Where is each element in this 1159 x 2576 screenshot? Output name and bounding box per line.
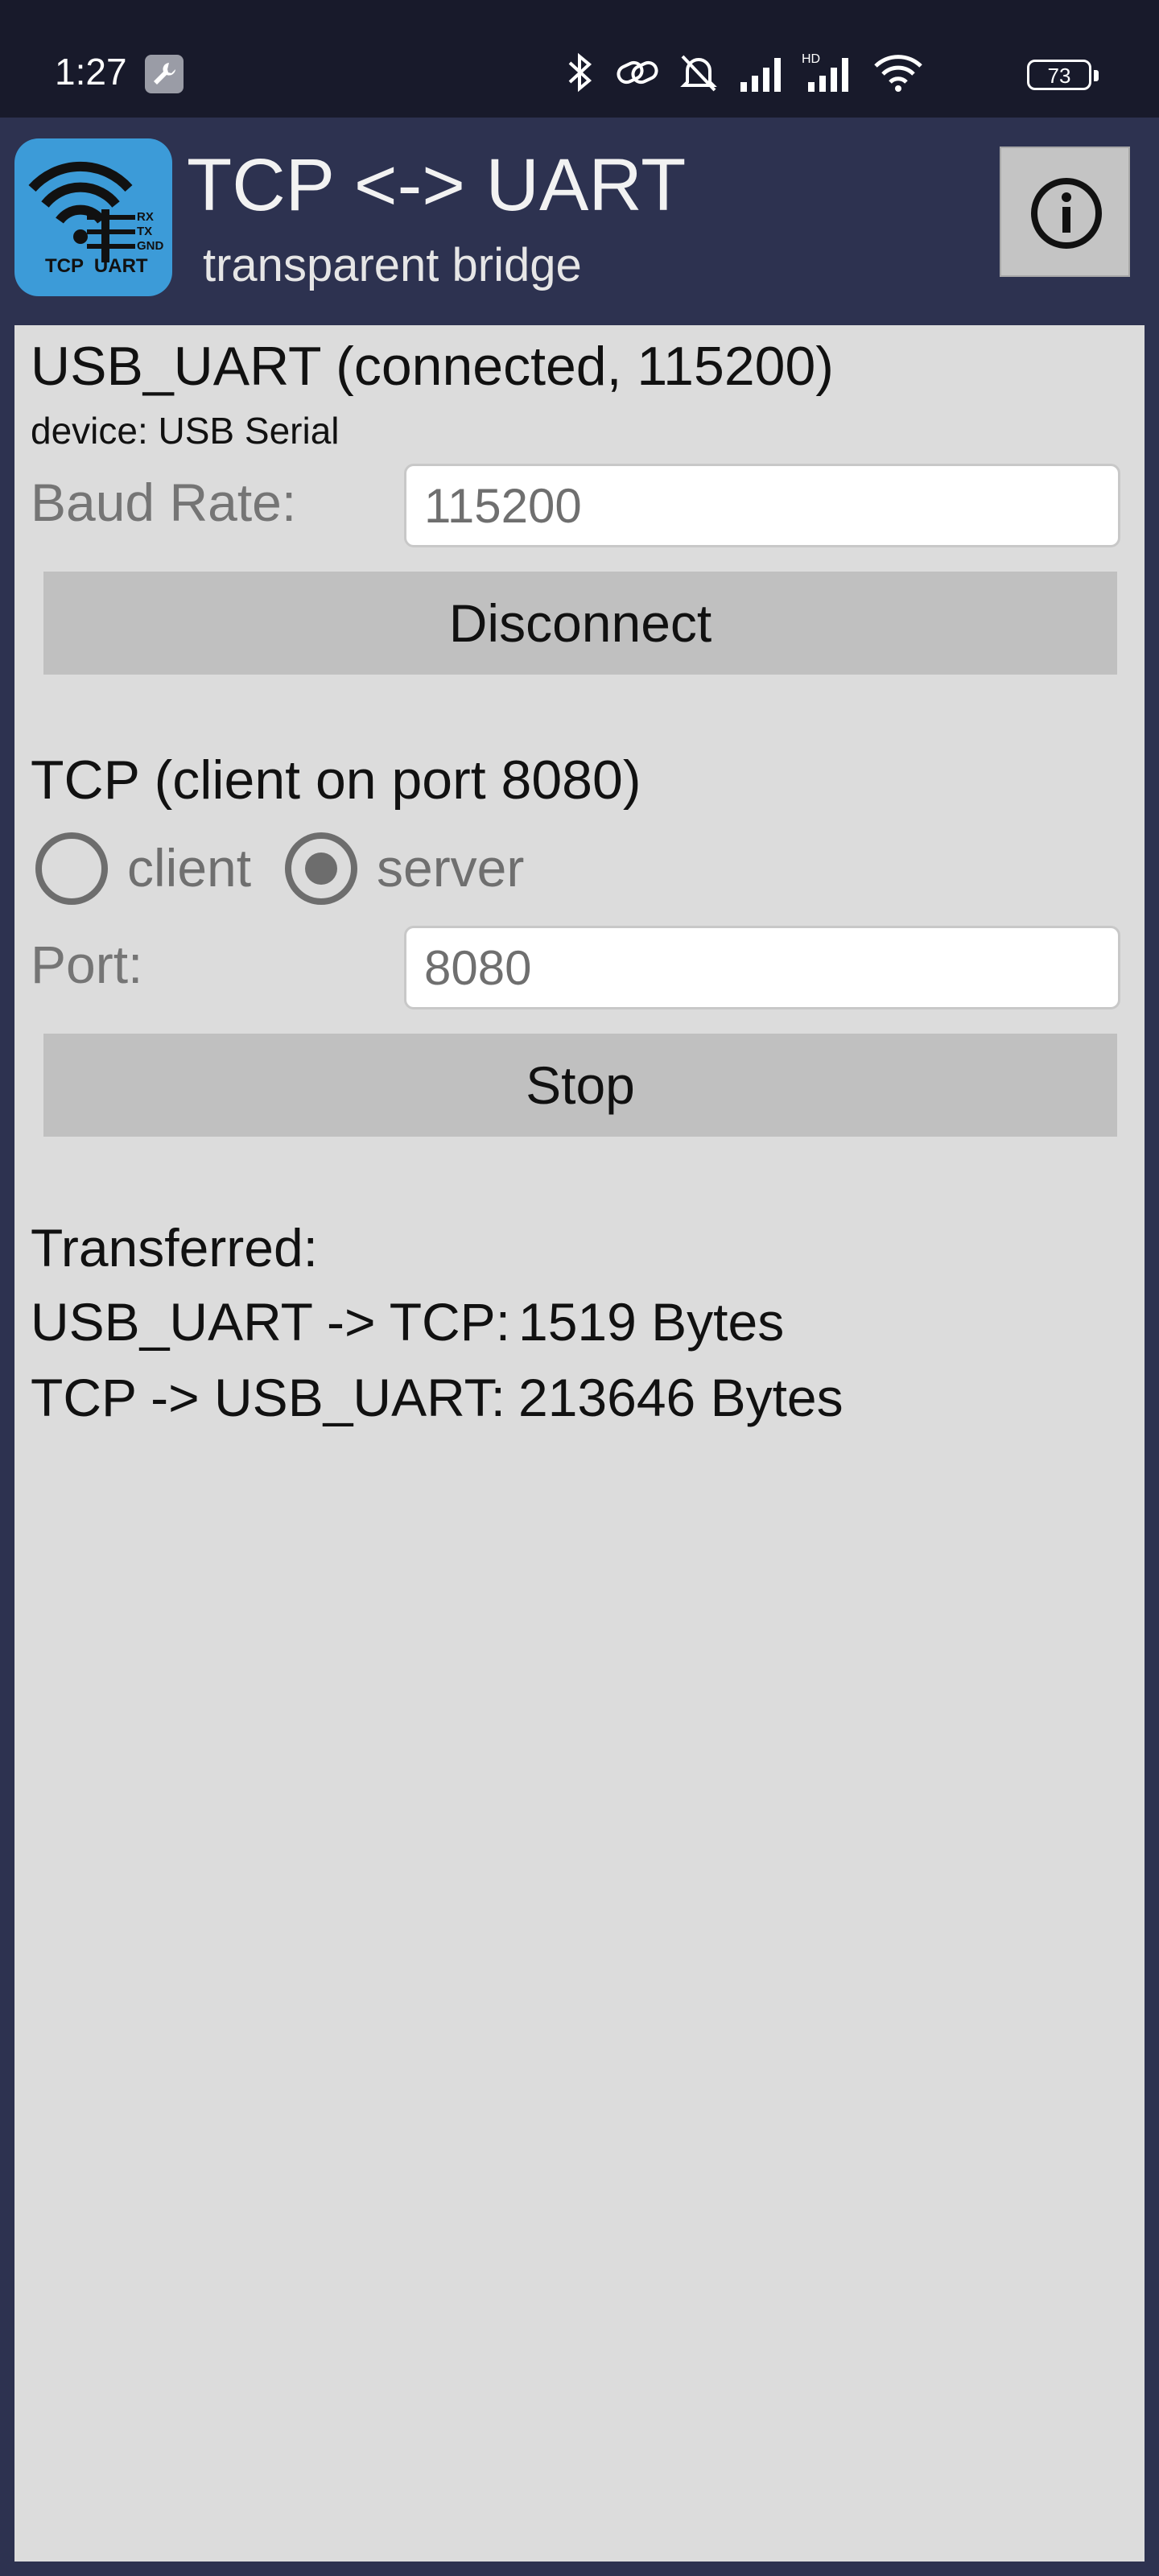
baud-rate-input[interactable] [404, 464, 1120, 547]
hd-signal-icon: HD [802, 52, 848, 92]
status-bar: 1:27 HD 73 [0, 0, 1159, 118]
transfer-heading: Transferred: [31, 1218, 319, 1278]
battery-icon: 73 [1027, 60, 1099, 90]
baud-rate-label: Baud Rate: [31, 473, 297, 532]
radio-server-label: server [377, 838, 525, 898]
wifi-icon [874, 55, 922, 92]
app-logo-caption: TCP UART [45, 255, 148, 277]
app-logo: RX TX GND TCP UART [14, 138, 172, 296]
tcp-status: TCP (client on port 8080) [31, 749, 641, 811]
bell-off-icon [680, 55, 717, 92]
stop-button[interactable]: Stop [43, 1034, 1117, 1137]
app-logo-tx: TX [137, 225, 152, 238]
wrench-icon [145, 55, 184, 93]
radio-server[interactable] [285, 832, 357, 905]
uart-device: device: USB Serial [31, 410, 340, 452]
port-input[interactable] [404, 926, 1120, 1009]
battery-level: 73 [1047, 64, 1071, 88]
app-logo-gnd: GND [137, 239, 164, 253]
transfer-row-value: 1519 Bytes [518, 1292, 785, 1352]
link-icon [617, 60, 658, 85]
signal-icon [740, 58, 781, 92]
transfer-row-value: 213646 Bytes [518, 1368, 843, 1427]
info-icon [1031, 178, 1102, 249]
transfer-row-label: USB_UART -> TCP: [31, 1292, 511, 1352]
info-button[interactable] [1000, 147, 1130, 277]
disconnect-button[interactable]: Disconnect [43, 572, 1117, 675]
app-header: RX TX GND TCP UART TCP <-> UART transpar… [0, 118, 1159, 325]
bluetooth-icon [568, 52, 592, 93]
wifi-logo-icon [28, 161, 135, 262]
transfer-row-label: TCP -> USB_UART: [31, 1368, 505, 1427]
app-logo-rx: RX [137, 210, 154, 224]
uart-status: USB_UART (connected, 115200) [31, 336, 834, 397]
port-label: Port: [31, 935, 143, 994]
status-time: 1:27 [55, 51, 127, 93]
status-icons: HD [563, 50, 1014, 95]
radio-client-label: client [127, 838, 252, 898]
svg-text:HD: HD [802, 52, 820, 66]
radio-client[interactable] [35, 832, 108, 905]
radio-selected-dot [305, 852, 337, 885]
app-title: TCP <-> UART [187, 144, 687, 226]
app-subtitle: transparent bridge [203, 239, 582, 291]
main-panel: USB_UART (connected, 115200) device: USB… [14, 325, 1145, 2562]
